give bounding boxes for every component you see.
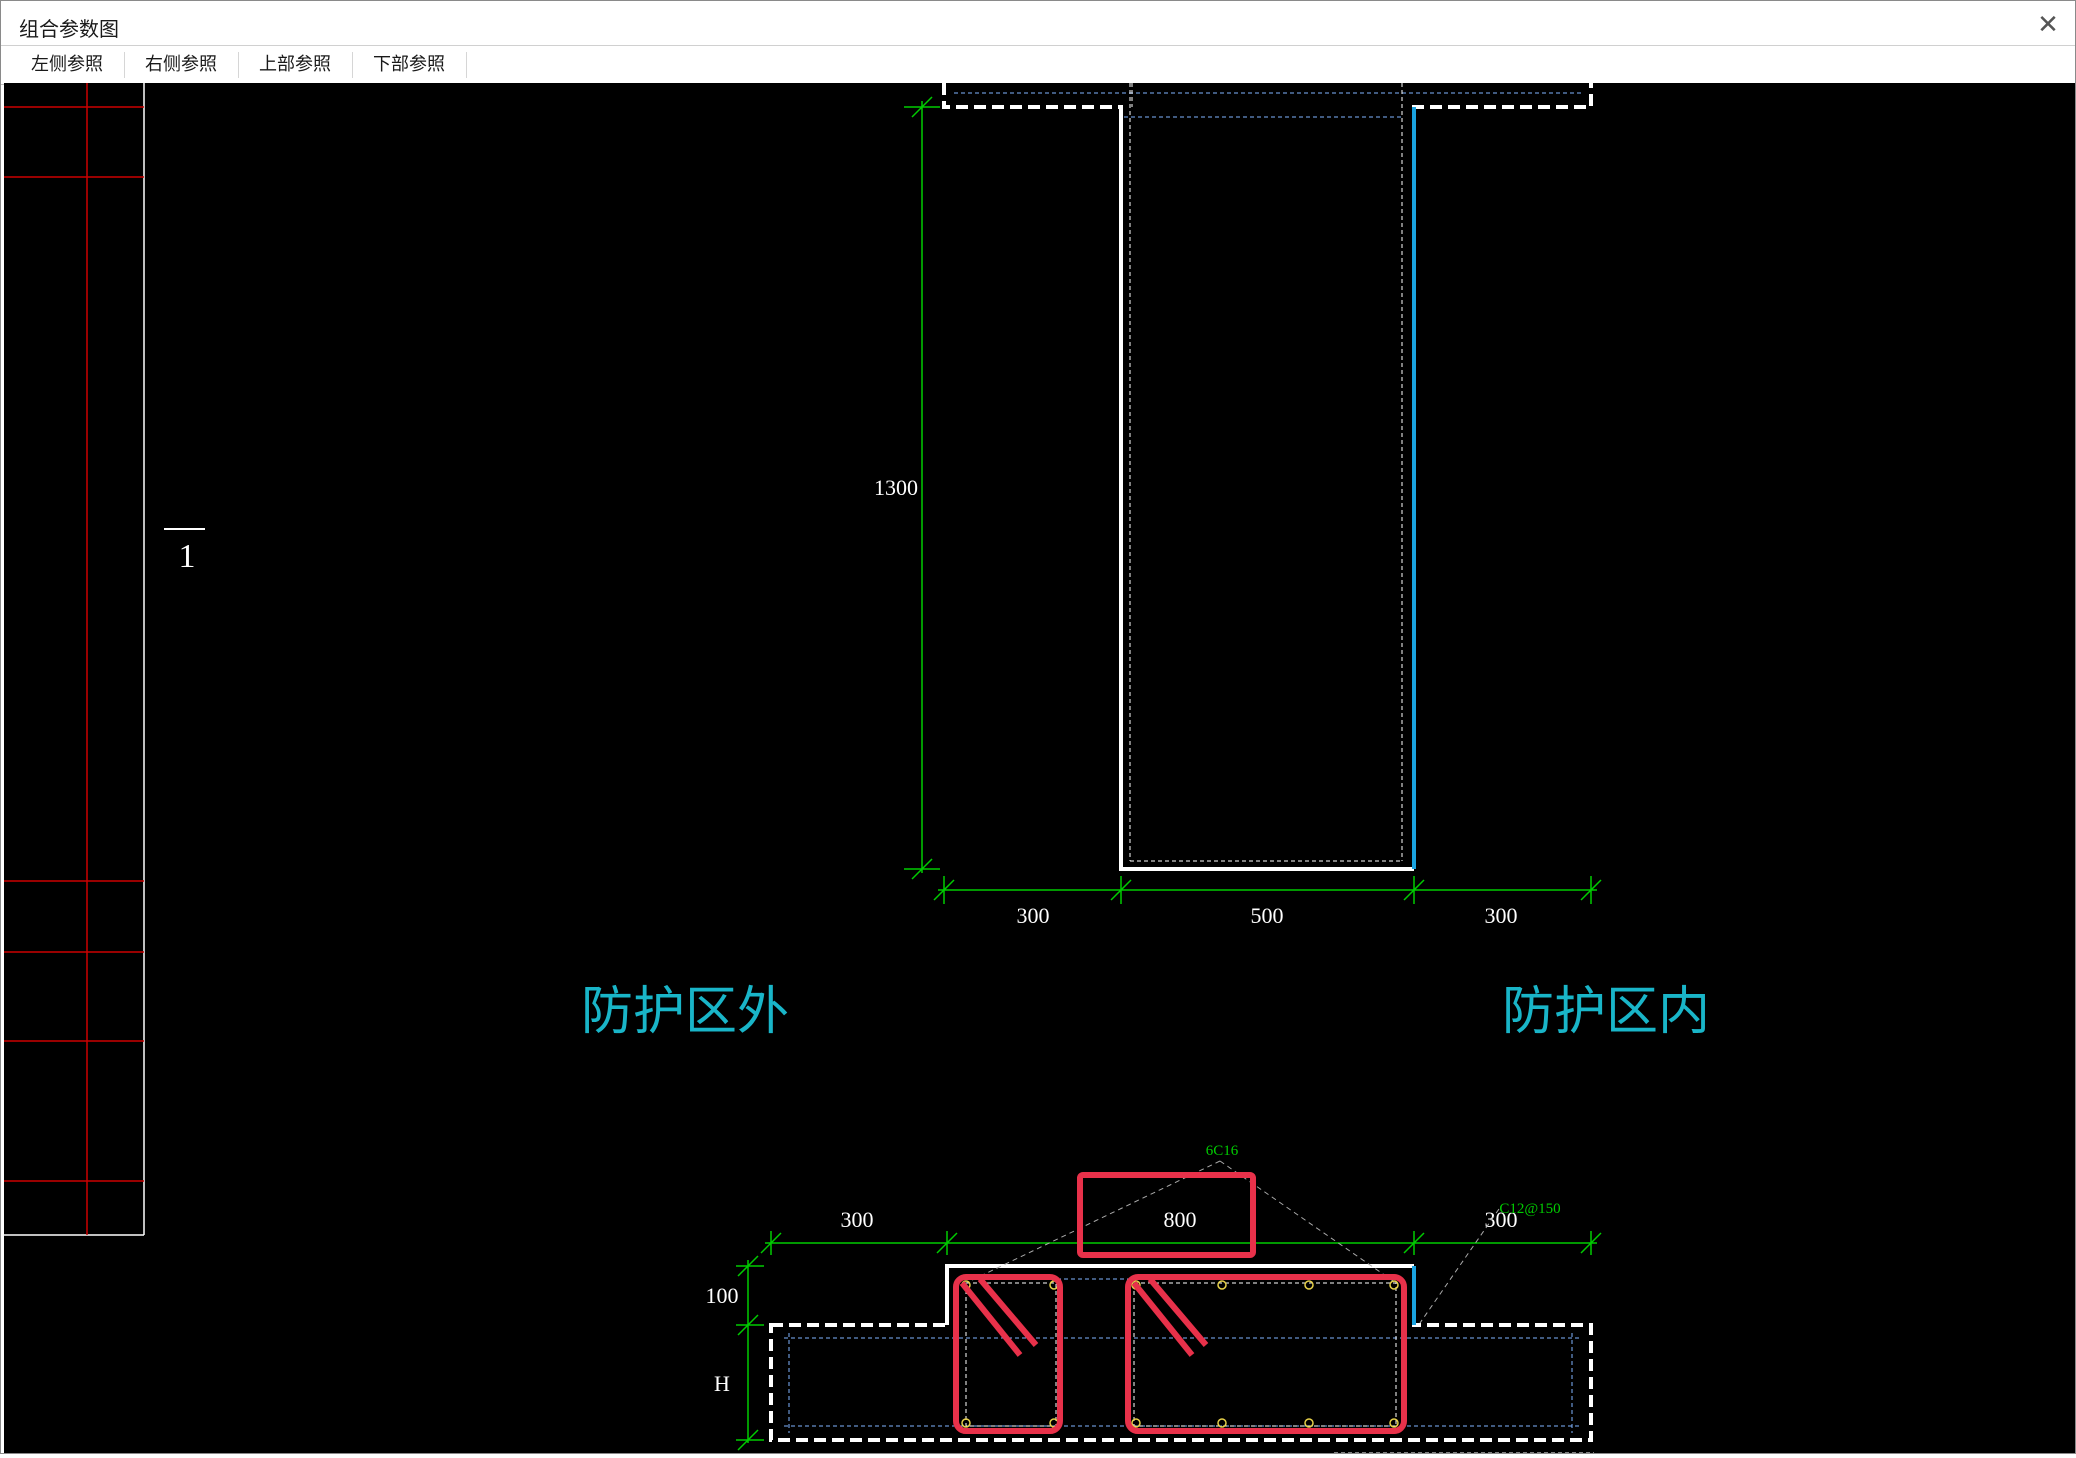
window-title: 组合参数图 (19, 17, 119, 41)
cad-drawing: 1 1300 300 500 300 防护区外 防护区内 300 800 300… (4, 83, 1710, 1454)
section-mark: 1 (179, 538, 196, 575)
bottom-reference-button[interactable]: 下部参照 (353, 52, 465, 78)
left-reference-grid (4, 83, 145, 1236)
right-reference-button[interactable]: 右侧参照 (125, 52, 237, 78)
rebar-label-main: 6C16 (1206, 1143, 1239, 1159)
bottom-dimensions (736, 1231, 1602, 1451)
top-dimensions (904, 96, 1602, 904)
title-bar: 组合参数图 ✕ (1, 1, 2075, 45)
top-wall-section (942, 83, 1593, 871)
bottom-section (769, 1264, 1594, 1454)
label-outside-zone: 防护区外 (581, 984, 789, 1041)
dim-top-left: 300 (1017, 903, 1050, 928)
close-icon[interactable]: ✕ (2031, 7, 2065, 41)
highlight-stirrup-left (953, 1274, 1063, 1434)
window: 组合参数图 ✕ 左侧参照 右侧参照 上部参照 下部参照 1 1300 300 5… (0, 0, 2076, 1454)
dim-top-right: 300 (1485, 903, 1518, 928)
toolbar: 左侧参照 右侧参照 上部参照 下部参照 (1, 45, 2075, 85)
label-inside-zone: 防护区内 (1502, 984, 1710, 1041)
left-reference-button[interactable]: 左侧参照 (11, 52, 123, 78)
dim-bottom-middle: 800 (1164, 1207, 1197, 1232)
toolbar-divider (466, 52, 467, 78)
dim-top-height: 1300 (874, 475, 918, 500)
dim-top-middle: 500 (1251, 903, 1284, 928)
dim-bottom-left: 300 (841, 1207, 874, 1232)
dim-bottom-slab: 100 (706, 1283, 739, 1308)
rebar-dots (961, 1280, 1399, 1428)
drawing-canvas[interactable]: 1 1300 300 500 300 防护区外 防护区内 300 800 300… (4, 83, 2075, 1454)
rebar-leaders (965, 1160, 1500, 1324)
top-reference-button[interactable]: 上部参照 (239, 52, 351, 78)
dim-bottom-height-var: H (714, 1371, 730, 1396)
rebar-label-stirrup: C12@150 (1499, 1201, 1560, 1217)
